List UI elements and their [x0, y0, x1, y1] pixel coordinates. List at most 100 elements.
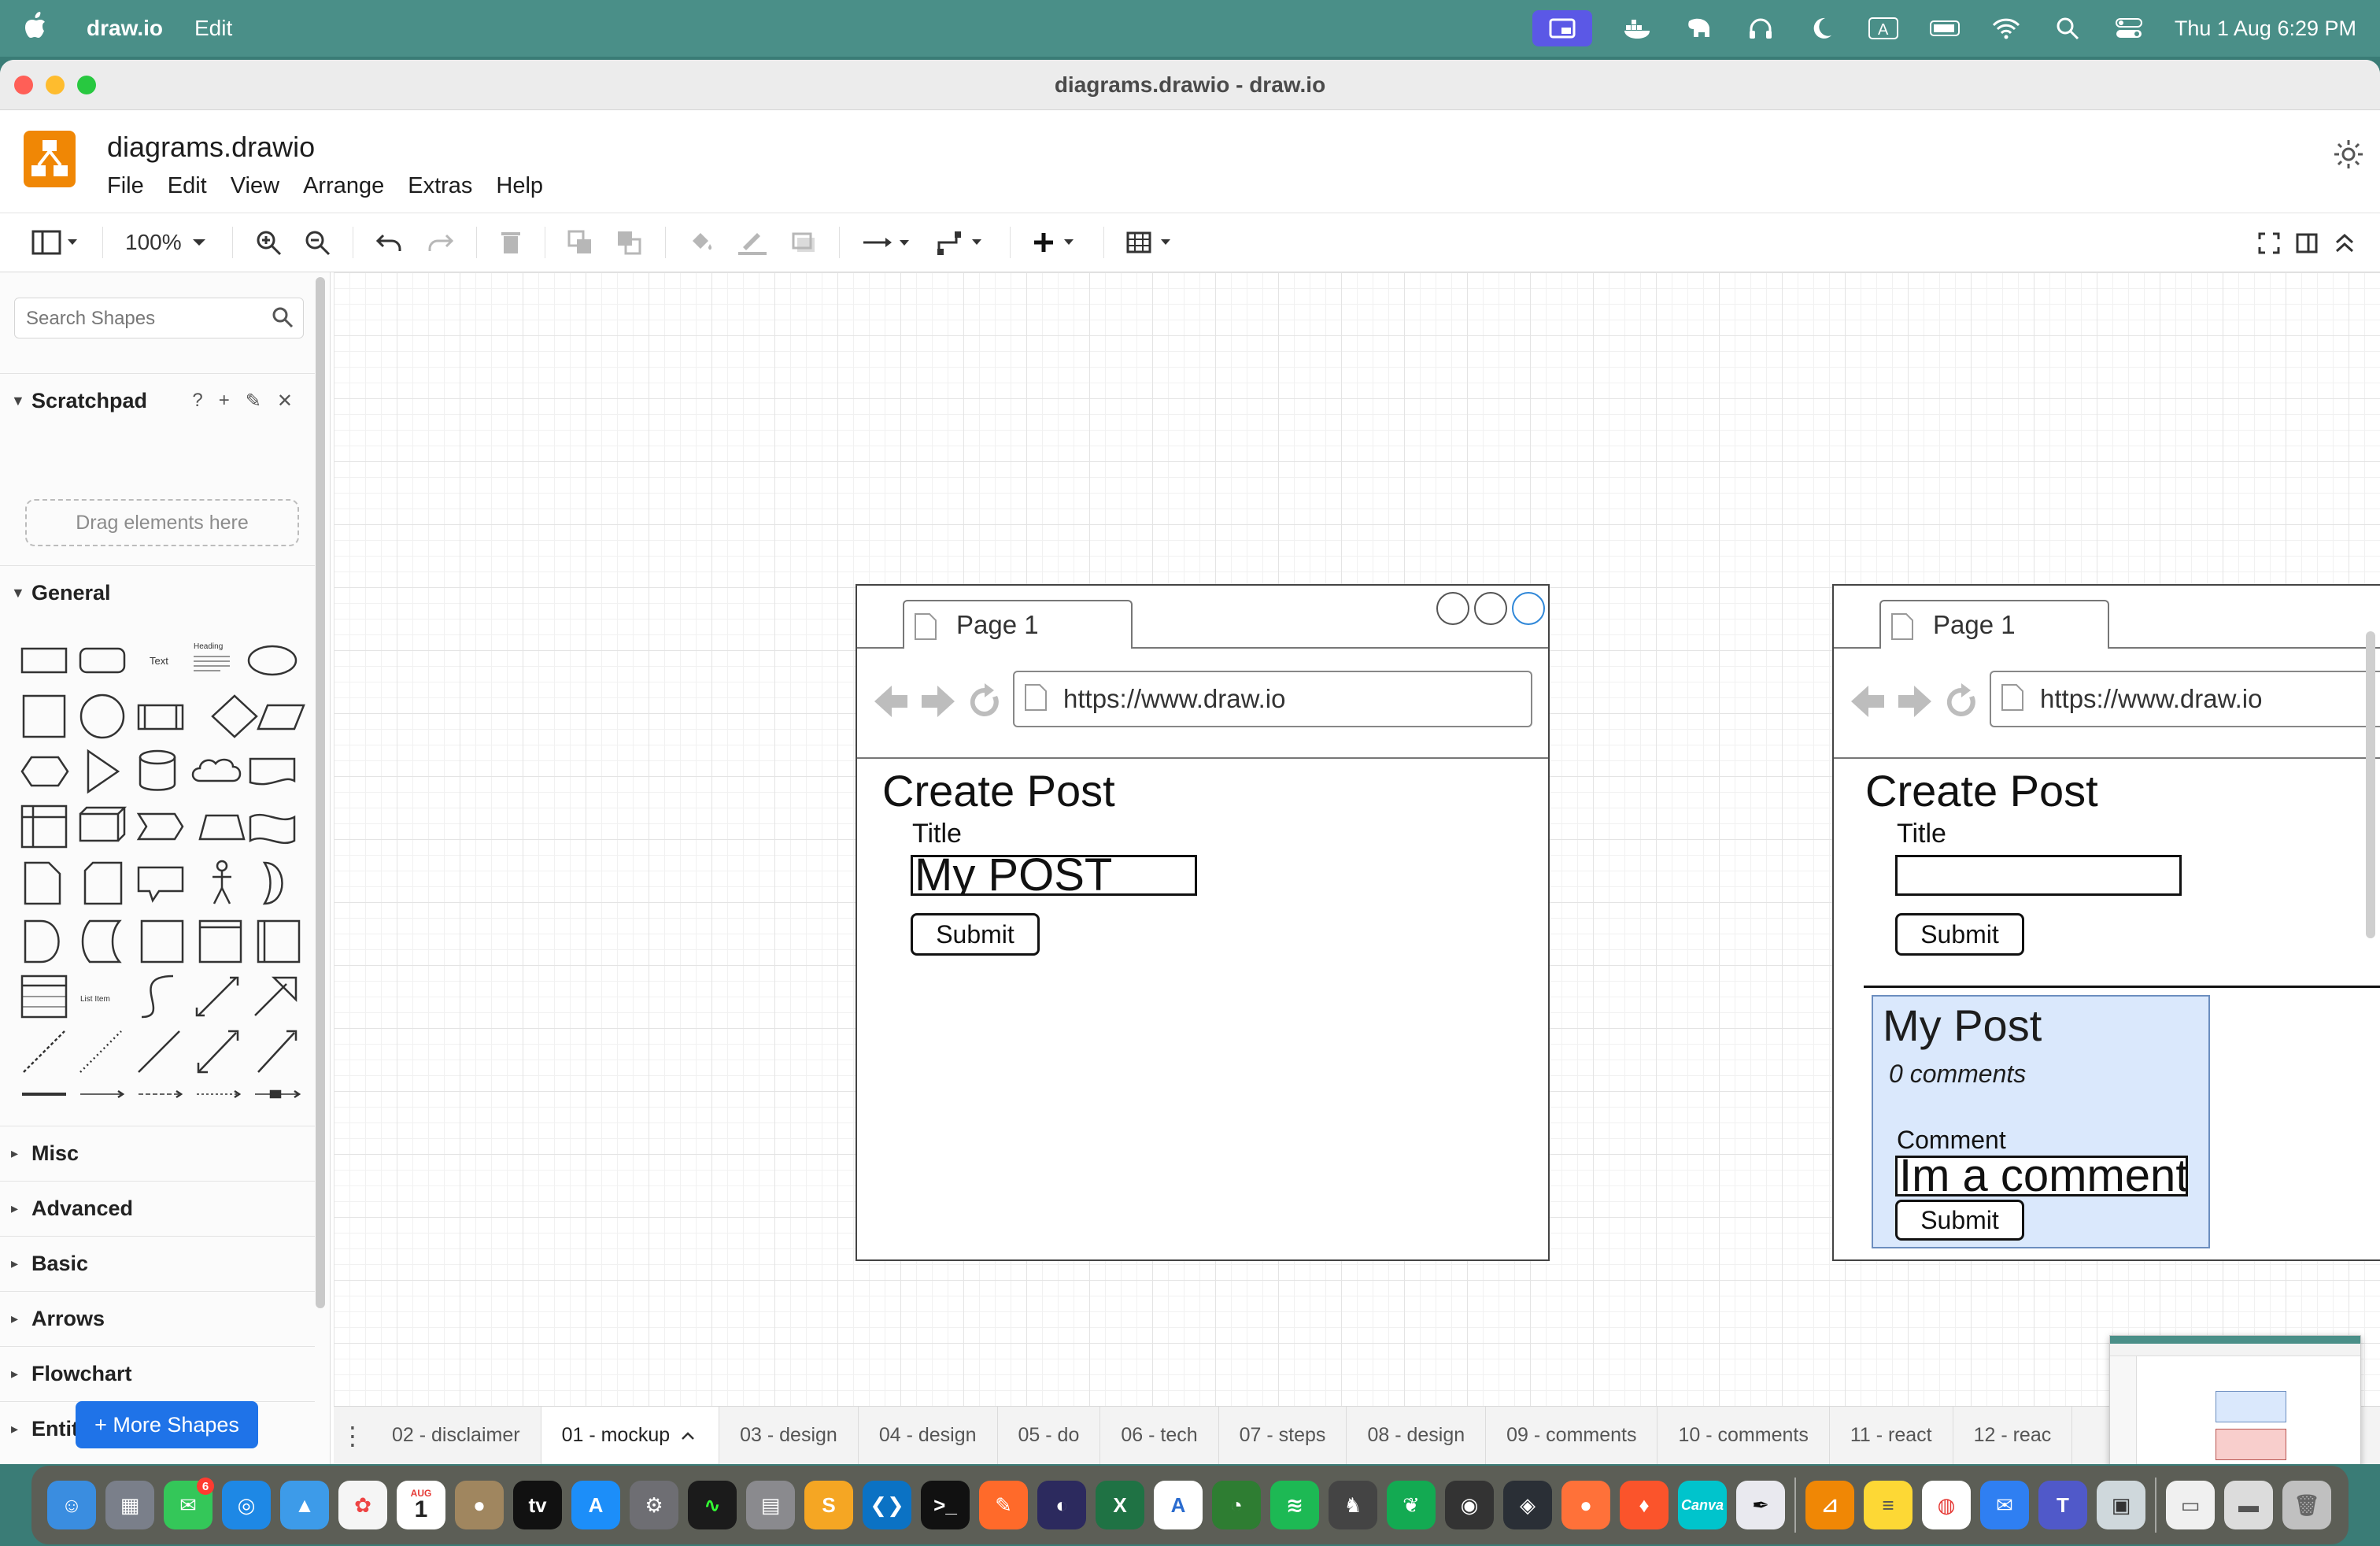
mail-icon[interactable]: ✉ — [1980, 1481, 2029, 1529]
title-input[interactable]: My POST — [911, 855, 1197, 896]
excel-icon[interactable]: X — [1096, 1481, 1144, 1529]
teams-icon[interactable]: T — [2038, 1481, 2087, 1529]
undo-icon[interactable] — [375, 225, 404, 260]
actor-shape-icon[interactable] — [213, 860, 231, 904]
more-shapes-button[interactable]: + More Shapes — [76, 1401, 258, 1448]
basic-section[interactable]: ▸ Basic — [0, 1236, 315, 1291]
inkscape-icon[interactable]: ✒ — [1736, 1481, 1785, 1529]
photos-icon[interactable]: ✿ — [338, 1481, 387, 1529]
headphones-icon[interactable] — [1745, 15, 1776, 42]
advanced-section[interactable]: ▸ Advanced — [0, 1181, 315, 1236]
menubar-edit[interactable]: Edit — [194, 16, 232, 41]
step-shape-icon[interactable] — [136, 812, 184, 841]
page-tab[interactable]: 05 - do — [998, 1407, 1101, 1464]
minimize-window-button[interactable] — [46, 76, 65, 94]
disk-utility-icon[interactable]: ◉ — [1445, 1481, 1494, 1529]
search-icon[interactable] — [272, 306, 294, 334]
arrow-line-shape-icon[interactable] — [257, 1030, 298, 1073]
cube-shape-icon[interactable] — [79, 806, 128, 842]
square-shape-icon[interactable] — [22, 694, 66, 738]
launchpad-icon[interactable]: ▦ — [105, 1481, 154, 1529]
data-storage-shape-icon[interactable] — [81, 919, 122, 963]
vscode-icon[interactable]: ❮❯ — [863, 1481, 911, 1529]
scratchpad-edit-icon[interactable]: ✎ — [246, 390, 261, 412]
scratchpad-drop-zone[interactable]: Drag elements here — [25, 499, 299, 546]
page-tab[interactable]: 08 - design — [1347, 1407, 1487, 1464]
heading-shape-icon[interactable]: Heading — [194, 642, 230, 671]
container-shape-icon[interactable] — [20, 804, 68, 849]
notes-icon[interactable]: ≡ — [1864, 1481, 1913, 1529]
arrow-shape-icon[interactable] — [254, 976, 298, 1016]
zoom-out-icon[interactable] — [304, 225, 331, 260]
scratchpad-add-icon[interactable]: + — [219, 390, 230, 412]
instruments-icon[interactable]: A — [1154, 1481, 1203, 1529]
general-section[interactable]: ▼ General — [0, 565, 315, 620]
rounded-rectangle-shape-icon[interactable] — [79, 647, 126, 674]
double-arrow-line-shape-icon[interactable] — [197, 1030, 239, 1074]
and-shape-icon[interactable] — [24, 919, 60, 963]
submit-button[interactable]: Submit — [911, 913, 1040, 956]
canva-icon[interactable]: Canva — [1678, 1481, 1727, 1529]
frame-shape-icon[interactable] — [140, 919, 184, 963]
curve-shape-icon[interactable] — [141, 975, 174, 1019]
collapse-toolbar-icon[interactable] — [2333, 226, 2356, 261]
browser-tab[interactable]: Page 1 — [1879, 600, 2109, 649]
ellipse-shape-icon[interactable] — [247, 645, 298, 676]
drawio-dock-icon[interactable]: ⊿ — [1805, 1481, 1854, 1529]
maps-icon[interactable]: ▲ — [280, 1481, 329, 1529]
format-panel-icon[interactable] — [2295, 226, 2319, 261]
page-tab-active[interactable]: 01 - mockup — [541, 1407, 720, 1464]
terminal-icon[interactable]: >_ — [921, 1481, 970, 1529]
moon-icon[interactable] — [1806, 15, 1838, 42]
browser-url-bar[interactable]: https://www.draw.io — [1990, 671, 2380, 727]
calculator-icon[interactable]: ▤ — [746, 1481, 795, 1529]
zoom-level-dropdown[interactable]: 100% — [125, 225, 210, 260]
bidirectional-arrow-shape-icon[interactable] — [195, 976, 239, 1017]
flowchart-section[interactable]: ▸ Flowchart — [0, 1346, 315, 1401]
menu-help[interactable]: Help — [496, 173, 543, 199]
zoom-window-button[interactable] — [77, 76, 96, 94]
zoom-in-icon[interactable] — [255, 225, 282, 260]
wifi-icon[interactable] — [1990, 15, 2022, 42]
to-back-icon[interactable] — [616, 225, 643, 260]
system-settings-icon[interactable]: ⚙ — [630, 1481, 678, 1529]
callout-shape-icon[interactable] — [137, 866, 184, 903]
sidebar-scrollbar[interactable] — [316, 277, 325, 1308]
or-shape-icon[interactable] — [262, 861, 283, 905]
page-tab[interactable]: 03 - design — [719, 1407, 859, 1464]
menu-view[interactable]: View — [231, 173, 279, 199]
parallelogram-shape-icon[interactable] — [257, 704, 305, 730]
contacts-icon[interactable]: ● — [455, 1481, 504, 1529]
diagram-canvas[interactable]: Page 1 https://www.draw.io Create Post T… — [334, 272, 2380, 1406]
chevron-up-icon[interactable] — [678, 1428, 698, 1444]
mongodb-compass-icon[interactable]: ❦ — [1387, 1481, 1436, 1529]
post-card[interactable]: My Post 0 comments Comment Im a comment … — [1872, 995, 2210, 1248]
scratchpad-help-icon[interactable]: ? — [192, 390, 202, 412]
menu-file[interactable]: File — [107, 173, 144, 199]
dotted-line-shape-icon[interactable] — [79, 1030, 122, 1073]
menu-edit[interactable]: Edit — [168, 173, 207, 199]
dotted-connector-shape-icon[interactable] — [197, 1089, 242, 1099]
page-tab[interactable]: 12 - reac — [1953, 1407, 2073, 1464]
comment-input[interactable]: Im a comment — [1895, 1156, 2188, 1196]
shadow-icon[interactable] — [790, 225, 817, 260]
card-shape-icon[interactable] — [83, 861, 123, 905]
arrows-section[interactable]: ▸ Arrows — [0, 1291, 315, 1346]
to-front-icon[interactable] — [567, 225, 594, 260]
tape-shape-icon[interactable] — [249, 813, 296, 845]
close-window-button[interactable] — [14, 76, 33, 94]
browser-url-bar[interactable]: https://www.draw.io — [1013, 671, 1532, 727]
vertical-container-shape-icon[interactable] — [257, 919, 301, 963]
labeled-connector-shape-icon[interactable] — [255, 1089, 301, 1099]
list-item-shape-icon[interactable]: List Item — [80, 995, 110, 1004]
preview-icon[interactable]: ▣ — [2097, 1481, 2145, 1529]
menubar-clock[interactable]: Thu 1 Aug 6:29 PM — [2175, 17, 2356, 41]
pages-menu-icon[interactable]: ⋮ — [334, 1421, 371, 1451]
pen-tool-app-icon[interactable]: ✎ — [979, 1481, 1028, 1529]
insert-icon[interactable] — [1033, 225, 1081, 260]
control-center-icon[interactable] — [2113, 15, 2145, 42]
gitkraken-icon[interactable]: ◈ — [1503, 1481, 1552, 1529]
trapezoid-shape-icon[interactable] — [198, 814, 246, 841]
page-tab[interactable]: 02 - disclaimer — [371, 1407, 541, 1464]
text-shape-icon[interactable]: Text — [150, 655, 168, 667]
